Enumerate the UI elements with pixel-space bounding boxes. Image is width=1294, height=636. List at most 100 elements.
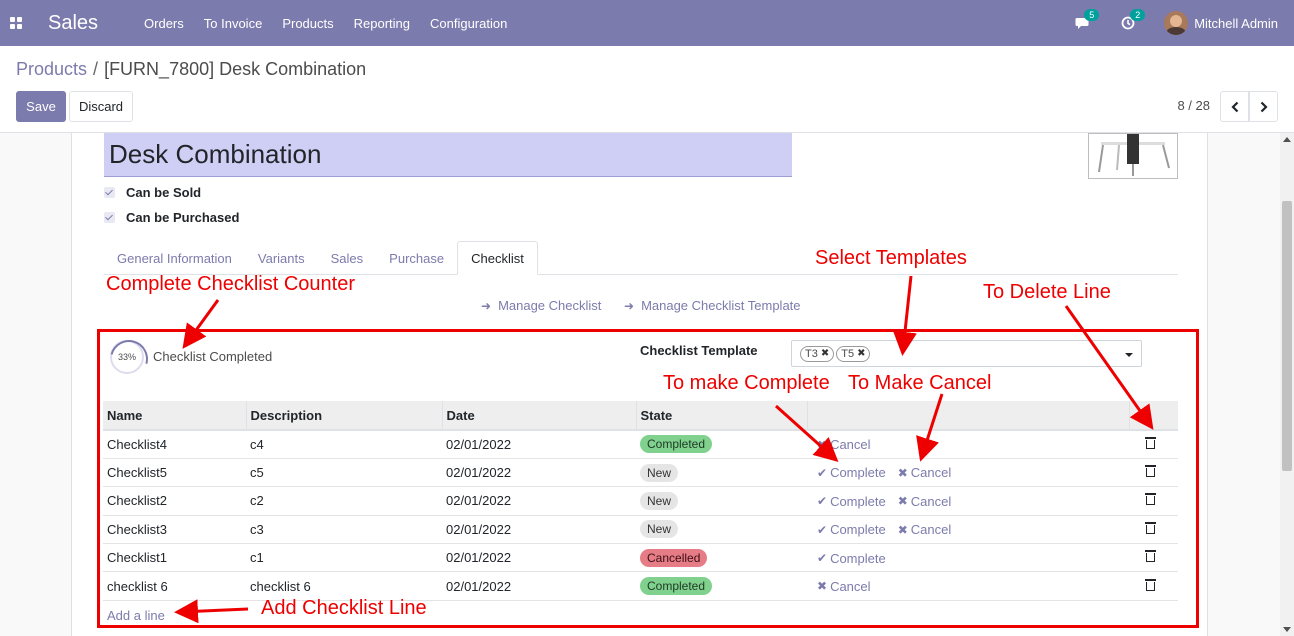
column-header-description[interactable]: Description [245, 401, 442, 431]
annotation-make-complete: To make Complete [663, 372, 830, 394]
complete-button[interactable]: ✔ Complete [817, 551, 886, 566]
cell-date[interactable]: 02/01/2022 [442, 571, 636, 601]
tab-sales[interactable]: Sales [318, 241, 377, 275]
checklist-lines-table: Name Description Date State Checklist4 c4… [103, 401, 1178, 601]
table-row[interactable]: Checklist1 c1 02/01/2022 Cancelled ✔ Complete [103, 543, 1178, 573]
cell-state[interactable]: Cancelled [636, 543, 807, 573]
cell-delete [1129, 571, 1178, 601]
cancel-button[interactable]: ✖ Cancel [898, 494, 952, 509]
complete-button-label: Complete [830, 522, 886, 538]
trash-icon[interactable] [1145, 550, 1156, 563]
breadcrumb-products-link[interactable]: Products [16, 59, 87, 79]
remove-tag-icon[interactable]: ✖ [821, 348, 829, 359]
user-avatar[interactable] [1164, 11, 1189, 35]
messages-icon[interactable]: 5 [1072, 9, 1100, 33]
control-panel: Products / [FURN_7800] Desk Combination Sa… [0, 46, 1294, 133]
product-name-input[interactable]: Desk Combination [104, 133, 792, 177]
tab-variants[interactable]: Variants [245, 241, 318, 275]
status-badge: New [640, 491, 679, 510]
scroll-up-arrow-icon[interactable] [1283, 137, 1291, 142]
column-header-state[interactable]: State [635, 401, 807, 431]
product-image[interactable] [1088, 133, 1178, 179]
cell-name[interactable]: Checklist5 [103, 458, 246, 488]
table-row[interactable]: Checklist3 c3 02/01/2022 New ✔ Complete ✖ Cance… [103, 515, 1178, 545]
cell-description[interactable]: c5 [246, 458, 442, 488]
cell-state[interactable]: New [636, 458, 807, 488]
menu-reporting[interactable]: Reporting [354, 16, 410, 31]
activities-clock-icon[interactable]: 2 [1118, 9, 1146, 33]
discard-button[interactable]: Discard [69, 91, 133, 122]
user-name[interactable]: Mitchell Admin [1194, 16, 1278, 31]
trash-icon[interactable] [1145, 521, 1156, 534]
tab-purchase[interactable]: Purchase [376, 241, 457, 275]
complete-button[interactable]: ✔ Complete [817, 465, 886, 480]
cell-name[interactable]: Checklist2 [103, 486, 246, 516]
trash-icon[interactable] [1145, 465, 1156, 478]
cell-name[interactable]: Checklist3 [103, 515, 246, 545]
cancel-button[interactable]: ✖ Cancel [817, 437, 871, 452]
column-header-name[interactable]: Name [103, 401, 246, 431]
messages-count-badge: 5 [1084, 9, 1100, 21]
add-a-line-link[interactable]: Add a line [107, 608, 165, 623]
menu-products[interactable]: Products [282, 16, 333, 31]
cell-date[interactable]: 02/01/2022 [442, 486, 636, 516]
annotation-select-templates: Select Templates [815, 247, 967, 269]
cancel-button[interactable]: ✖ Cancel [898, 522, 952, 537]
dropdown-caret-icon[interactable] [1125, 353, 1133, 357]
table-row[interactable]: Checklist4 c4 02/01/2022 Completed ✖ Cancel [103, 430, 1178, 459]
remove-tag-icon[interactable]: ✖ [857, 348, 865, 359]
cell-name[interactable]: Checklist1 [103, 543, 246, 573]
cell-state[interactable]: Completed [636, 430, 807, 459]
cell-state[interactable]: Completed [636, 571, 807, 601]
trash-icon[interactable] [1145, 493, 1156, 506]
checklist-template-input[interactable]: T3 ✖ T5 ✖ [791, 340, 1142, 367]
app-name[interactable]: Sales [48, 12, 98, 35]
cell-state[interactable]: New [636, 515, 807, 545]
apps-menu-icon[interactable] [0, 0, 32, 46]
menu-configuration[interactable]: Configuration [430, 16, 507, 31]
cell-name[interactable]: Checklist4 [103, 430, 246, 459]
cell-description[interactable]: c1 [246, 543, 442, 573]
trash-icon[interactable] [1145, 578, 1156, 591]
cell-state[interactable]: New [636, 486, 807, 516]
trash-icon[interactable] [1145, 436, 1156, 449]
can-be-sold-checkbox[interactable] [104, 187, 115, 198]
table-row[interactable]: Checklist2 c2 02/01/2022 New ✔ Complete ✖ Cance… [103, 486, 1178, 516]
page-scrollbar[interactable] [1280, 133, 1294, 636]
pager-next-button[interactable] [1249, 91, 1278, 122]
menu-to-invoice[interactable]: To Invoice [204, 16, 263, 31]
cell-description[interactable]: c4 [246, 430, 442, 459]
can-be-purchased-field: Can be Purchased [104, 210, 239, 225]
cell-date[interactable]: 02/01/2022 [442, 543, 636, 573]
cell-name[interactable]: checklist 6 [103, 571, 246, 601]
menu-orders[interactable]: Orders [144, 16, 184, 31]
column-header-date[interactable]: Date [441, 401, 636, 431]
cell-description[interactable]: c3 [246, 515, 442, 545]
status-badge: New [640, 463, 679, 482]
scroll-down-arrow-icon[interactable] [1283, 627, 1291, 632]
can-be-purchased-checkbox[interactable] [104, 212, 115, 223]
cell-actions: ✔ Complete ✖ Cancel [807, 458, 1129, 488]
manage-checklist-template-link[interactable]: ➜ Manage Checklist Template [624, 298, 801, 313]
column-header-actions [806, 401, 1129, 431]
breadcrumb-separator: / [93, 59, 99, 79]
cell-date[interactable]: 02/01/2022 [442, 430, 636, 459]
tab-general-information[interactable]: General Information [104, 241, 245, 275]
template-tag-t3: T3 ✖ [800, 345, 835, 362]
scrollbar-thumb[interactable] [1282, 201, 1292, 471]
complete-button[interactable]: ✔ Complete [817, 494, 886, 509]
table-row[interactable]: Checklist5 c5 02/01/2022 New ✔ Complete ✖ Cance… [103, 458, 1178, 488]
cancel-button[interactable]: ✖ Cancel [817, 579, 871, 594]
cell-date[interactable]: 02/01/2022 [442, 458, 636, 488]
cell-date[interactable]: 02/01/2022 [442, 515, 636, 545]
complete-button[interactable]: ✔ Complete [817, 522, 886, 537]
checklist-template-label: Checklist Template [640, 343, 758, 358]
main-menu: Orders To Invoice Products Reporting Con… [134, 16, 517, 31]
complete-button-label: Complete [830, 493, 886, 509]
cell-description[interactable]: c2 [246, 486, 442, 516]
manage-checklist-link[interactable]: ➜ Manage Checklist [481, 298, 601, 313]
pager-previous-button[interactable] [1220, 91, 1249, 122]
save-button[interactable]: Save [16, 91, 66, 122]
cancel-button[interactable]: ✖ Cancel [898, 465, 952, 480]
tab-checklist[interactable]: Checklist [457, 241, 538, 275]
